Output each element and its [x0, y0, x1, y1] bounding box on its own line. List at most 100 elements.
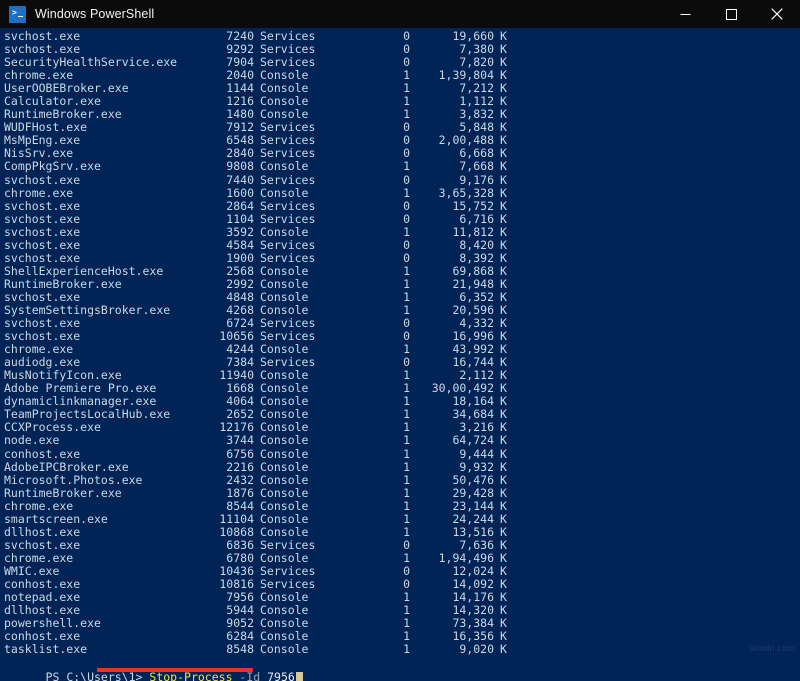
- process-session-name: Services: [260, 539, 315, 552]
- process-mem-unit: K: [500, 526, 507, 539]
- process-mem-unit: K: [500, 513, 507, 526]
- process-row: svchost.exe1900Services08,392K: [4, 252, 800, 265]
- process-mem-unit: K: [500, 265, 507, 278]
- process-session-name: Console: [260, 500, 308, 513]
- process-session-name: Console: [260, 487, 308, 500]
- process-row: SecurityHealthService.exe7904Services07,…: [4, 56, 800, 69]
- process-session-name: Console: [260, 226, 308, 239]
- process-mem-unit: K: [500, 500, 507, 513]
- console-output-area[interactable]: svchost.exe7240Services019,660K svchost.e…: [0, 28, 800, 681]
- command-input-line[interactable]: PS C:\Users\1> Stop-Process -Id 7956: [4, 656, 800, 670]
- process-session-name: Console: [260, 552, 308, 565]
- process-row: svchost.exe7240Services019,660K: [4, 30, 800, 43]
- process-mem-unit: K: [500, 552, 507, 565]
- process-mem-usage: 12,024: [404, 565, 494, 578]
- process-name: svchost.exe: [4, 239, 80, 252]
- process-pid: 6780: [134, 552, 254, 565]
- process-session-name: Console: [260, 448, 308, 461]
- watermark: wtvdn.com: [750, 643, 795, 653]
- process-session-name: Console: [260, 187, 308, 200]
- process-row: ShellExperienceHost.exe2568Console169,86…: [4, 265, 800, 278]
- powershell-icon: >: [9, 6, 26, 23]
- process-session-name: Services: [260, 174, 315, 187]
- process-mem-usage: 9,176: [404, 174, 494, 187]
- process-name: RuntimeBroker.exe: [4, 487, 122, 500]
- process-session-name: Console: [260, 526, 308, 539]
- process-pid: 6756: [134, 448, 254, 461]
- process-name: dllhost.exe: [4, 526, 80, 539]
- process-session-name: Services: [260, 252, 315, 265]
- process-mem-unit: K: [500, 487, 507, 500]
- process-row: TeamProjectsLocalHub.exe2652Console134,6…: [4, 408, 800, 421]
- process-row: UserOOBEBroker.exe1144Console17,212K: [4, 82, 800, 95]
- process-mem-unit: K: [500, 643, 507, 656]
- process-row: svchost.exe7440Services09,176K: [4, 174, 800, 187]
- process-name: Microsoft.Photos.exe: [4, 474, 142, 487]
- process-row: chrome.exe4244Console143,992K: [4, 343, 800, 356]
- process-row: chrome.exe8544Console123,144K: [4, 500, 800, 513]
- process-mem-unit: K: [500, 539, 507, 552]
- title-bar[interactable]: > Windows PowerShell: [0, 0, 800, 28]
- process-mem-usage: 8,392: [404, 252, 494, 265]
- process-pid: 2568: [134, 265, 254, 278]
- process-row: WMIC.exe10436Services012,024K: [4, 565, 800, 578]
- close-button[interactable]: [754, 0, 800, 28]
- process-row: NisSrv.exe2840Services06,668K: [4, 147, 800, 160]
- process-pid: 2864: [134, 200, 254, 213]
- process-mem-unit: K: [500, 448, 507, 461]
- process-mem-usage: 69,868: [404, 265, 494, 278]
- process-session-name: Services: [260, 565, 315, 578]
- process-name: smartscreen.exe: [4, 513, 108, 526]
- process-session-name: Console: [260, 265, 308, 278]
- process-name: svchost.exe: [4, 213, 80, 226]
- process-mem-usage: 13,516: [404, 526, 494, 539]
- process-row: chrome.exe1600Console13,65,328K: [4, 187, 800, 200]
- process-row: conhost.exe6284Console116,356K: [4, 630, 800, 643]
- process-row: audiodg.exe7384Services016,744K: [4, 356, 800, 369]
- process-mem-usage: 3,65,328: [404, 187, 494, 200]
- process-row: svchost.exe3592Console111,812K: [4, 226, 800, 239]
- prompt-chevron-glyph: >: [12, 9, 17, 17]
- process-row: svchost.exe1104Services06,716K: [4, 213, 800, 226]
- process-list: svchost.exe7240Services019,660K svchost.e…: [4, 30, 800, 656]
- process-mem-usage: 7,636: [404, 539, 494, 552]
- process-pid: 8548: [134, 643, 254, 656]
- process-row: svchost.exe4584Services08,420K: [4, 239, 800, 252]
- process-mem-usage: 9,020: [404, 643, 494, 656]
- next-prompt-line[interactable]: PS C:\Users\1>: [4, 670, 800, 681]
- powershell-window: > Windows PowerShell svchost.exe7240Serv…: [0, 0, 800, 681]
- process-pid: 11104: [134, 513, 254, 526]
- process-pid: 3744: [134, 434, 254, 447]
- process-row: SystemSettingsBroker.exe4268Console120,5…: [4, 304, 800, 317]
- process-pid: 10868: [134, 526, 254, 539]
- process-mem-unit: K: [500, 434, 507, 447]
- minimize-button[interactable]: [662, 0, 708, 28]
- process-row: conhost.exe10816Services014,092K: [4, 578, 800, 591]
- process-mem-unit: K: [500, 474, 507, 487]
- process-mem-unit: K: [500, 187, 507, 200]
- process-row: RuntimeBroker.exe1480Console13,832K: [4, 108, 800, 121]
- process-row: smartscreen.exe11104Console124,244K: [4, 513, 800, 526]
- maximize-button[interactable]: [708, 0, 754, 28]
- process-row: chrome.exe6780Console11,94,496K: [4, 552, 800, 565]
- window-title: Windows PowerShell: [35, 7, 154, 21]
- process-session-name: Console: [260, 474, 308, 487]
- process-pid: 1876: [134, 487, 254, 500]
- process-mem-unit: K: [500, 278, 507, 291]
- process-pid: 8544: [134, 500, 254, 513]
- prompt-underscore-glyph: [18, 16, 23, 18]
- process-mem-unit: K: [500, 160, 507, 173]
- process-row: AdobeIPCBroker.exe2216Console19,932K: [4, 461, 800, 474]
- process-session-name: Console: [260, 513, 308, 526]
- process-row: svchost.exe6836Services07,636K: [4, 539, 800, 552]
- process-name: conhost.exe: [4, 448, 80, 461]
- process-session-name: Services: [260, 239, 315, 252]
- process-name: tasklist.exe: [4, 643, 87, 656]
- process-session-name: Console: [260, 461, 308, 474]
- process-mem-usage: 6,716: [404, 213, 494, 226]
- process-pid: 1900: [134, 252, 254, 265]
- process-mem-unit: K: [500, 226, 507, 239]
- process-mem-usage: 24,244: [404, 513, 494, 526]
- process-mem-usage: 1,94,496: [404, 552, 494, 565]
- process-mem-usage: 7,668: [404, 160, 494, 173]
